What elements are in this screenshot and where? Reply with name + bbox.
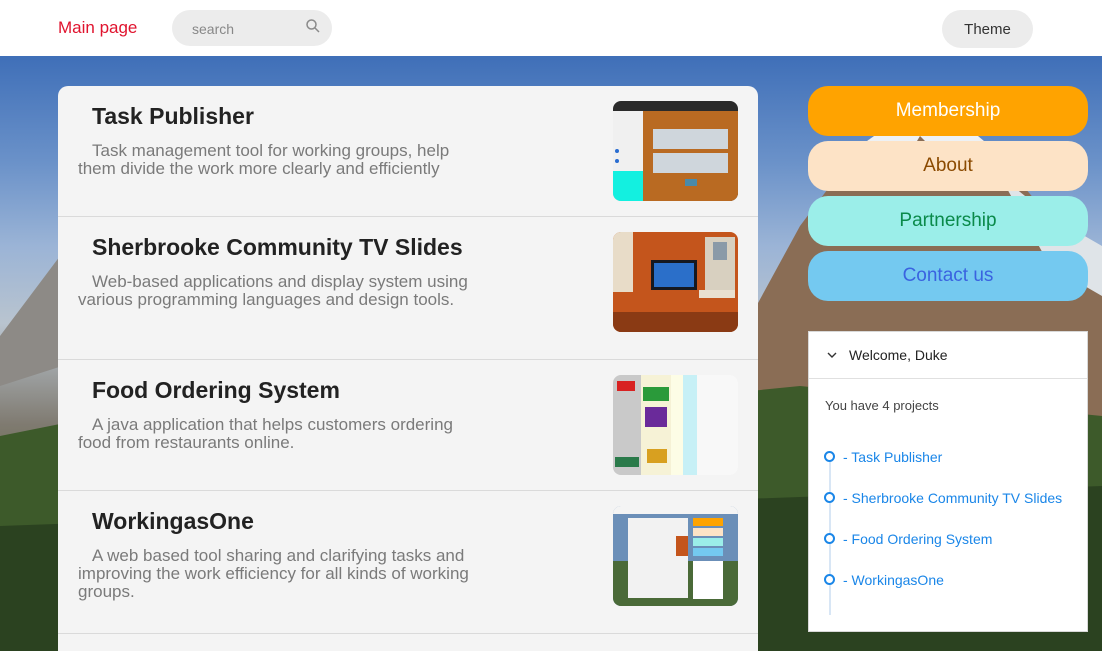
- project-description: A web based tool sharing and clarifying …: [78, 546, 469, 601]
- welcome-panel-header[interactable]: Welcome, Duke: [809, 332, 1087, 379]
- project-thumbnail[interactable]: [613, 506, 738, 606]
- timeline-dot-icon: [824, 451, 835, 462]
- project-link-sherbrooke[interactable]: - Sherbrooke Community TV Slides: [843, 490, 1062, 506]
- top-navbar: Main page Theme: [0, 0, 1102, 56]
- welcome-panel: Welcome, Duke You have 4 projects - Task…: [808, 331, 1088, 632]
- project-title[interactable]: Food Ordering System: [92, 377, 340, 404]
- project-card[interactable]: WorkingasOne A web based tool sharing an…: [58, 491, 758, 634]
- project-card[interactable]: Food Ordering System A java application …: [58, 360, 758, 491]
- search-box[interactable]: [172, 10, 332, 46]
- welcome-greeting: Welcome, Duke: [849, 347, 948, 363]
- project-description: Task management tool for working groups,…: [78, 141, 450, 178]
- contact-us-button[interactable]: Contact us: [808, 251, 1088, 301]
- project-list: Task Publisher Task management tool for …: [58, 86, 758, 651]
- project-link-task-publisher[interactable]: - Task Publisher: [843, 449, 942, 465]
- project-title[interactable]: WorkingasOne: [92, 508, 254, 535]
- project-count-text: You have 4 projects: [825, 398, 939, 413]
- project-description: Web-based applications and display syste…: [78, 272, 468, 309]
- timeline-dot-icon: [824, 574, 835, 585]
- project-card[interactable]: Task Publisher Task management tool for …: [58, 86, 758, 217]
- partnership-button[interactable]: Partnership: [808, 196, 1088, 246]
- timeline-dot-icon: [824, 533, 835, 544]
- project-title[interactable]: Task Publisher: [92, 103, 254, 130]
- timeline-dot-icon: [824, 492, 835, 503]
- theme-button[interactable]: Theme: [942, 10, 1033, 48]
- project-thumbnail[interactable]: [613, 375, 738, 475]
- project-description: A java application that helps customers …: [78, 415, 453, 452]
- project-thumbnail[interactable]: [613, 101, 738, 201]
- chevron-down-icon[interactable]: [826, 349, 838, 361]
- project-thumbnail[interactable]: [613, 232, 738, 332]
- search-icon[interactable]: [305, 18, 321, 34]
- project-card[interactable]: Sherbrooke Community TV Slides Web-based…: [58, 217, 758, 360]
- about-button[interactable]: About: [808, 141, 1088, 191]
- membership-button[interactable]: Membership: [808, 86, 1088, 136]
- project-link-workingasone[interactable]: - WorkingasOne: [843, 572, 944, 588]
- main-page-link[interactable]: Main page: [58, 18, 137, 38]
- project-title[interactable]: Sherbrooke Community TV Slides: [92, 234, 463, 261]
- search-input[interactable]: [192, 19, 302, 39]
- project-link-food-ordering[interactable]: - Food Ordering System: [843, 531, 992, 547]
